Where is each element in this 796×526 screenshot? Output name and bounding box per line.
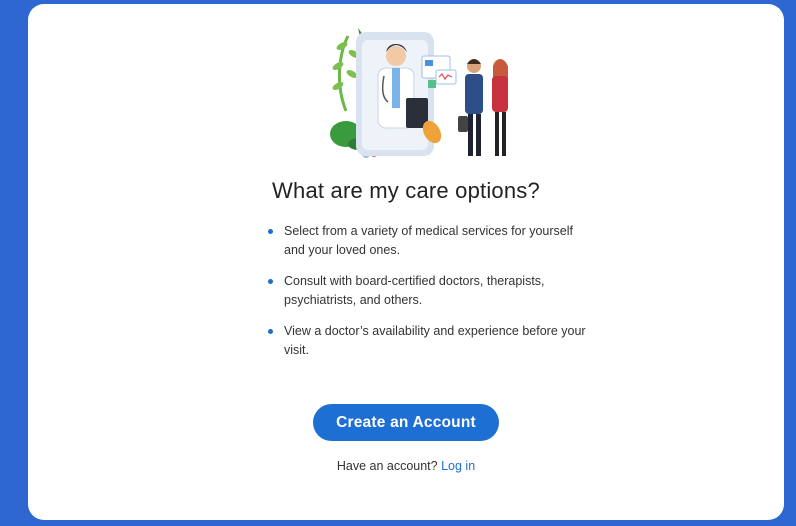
doctor-telehealth-illustration — [330, 28, 508, 158]
login-prompt: Have an account? — [336, 459, 438, 473]
list-item: Select from a variety of medical service… — [268, 222, 588, 260]
benefits-list: Select from a variety of medical service… — [268, 222, 588, 372]
list-item: View a doctor’s availability and experie… — [268, 322, 588, 360]
login-link[interactable]: Log in — [441, 459, 475, 473]
page-title: What are my care options? — [272, 178, 540, 203]
bullet-icon — [268, 329, 273, 334]
list-item: Consult with board-certified doctors, th… — [268, 272, 588, 310]
bullet-icon — [268, 229, 273, 234]
login-row: Have an account? Log in — [28, 459, 784, 473]
create-account-button[interactable]: Create an Account — [313, 404, 499, 441]
list-item-text: Select from a variety of medical service… — [284, 224, 573, 257]
list-item-text: View a doctor’s availability and experie… — [284, 324, 586, 357]
care-options-card: What are my care options? Select from a … — [28, 4, 784, 520]
list-item-text: Consult with board-certified doctors, th… — [284, 274, 545, 307]
bullet-icon — [268, 279, 273, 284]
